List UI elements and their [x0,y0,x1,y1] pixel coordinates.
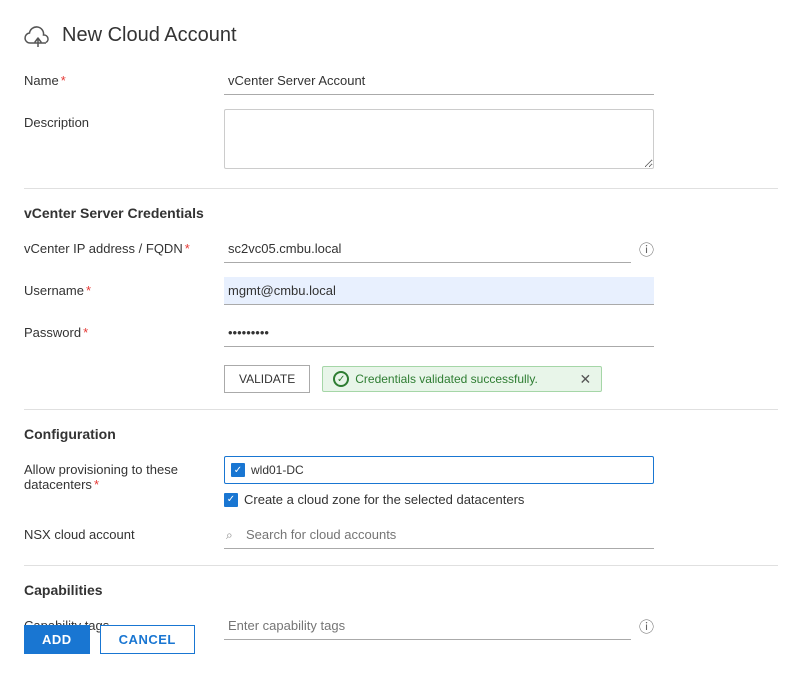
validate-controls: VALIDATE ✓ Credentials validated success… [224,361,654,393]
description-label: Description [24,109,224,130]
name-field-wrap [224,67,654,95]
success-badge-inner: ✓ Credentials validated successfully. [333,371,538,387]
name-label: Name* [24,67,224,88]
username-input[interactable] [224,277,654,305]
vcenter-label: vCenter IP address / FQDN* [24,235,224,256]
nsx-search-icon: ⌕ [226,528,233,543]
nsx-search-wrap: ⌕ [224,521,654,549]
add-button[interactable]: ADD [24,625,90,654]
provisioning-row: Allow provisioning to these datacenters*… [24,456,778,507]
password-label: Password* [24,319,224,340]
password-row: Password* [24,319,778,347]
description-field-wrap [224,109,654,172]
nsx-search-input[interactable] [224,521,654,549]
success-badge: ✓ Credentials validated successfully. ✕ [322,366,602,392]
capabilities-section-title: Capabilities [24,582,778,598]
description-row: Description [24,109,778,172]
validate-button[interactable]: VALIDATE [224,365,310,393]
page-header: New Cloud Account [24,24,778,47]
configuration-section-title: Configuration [24,426,778,442]
validate-inner-row: VALIDATE ✓ Credentials validated success… [224,365,654,393]
vcenter-row: vCenter IP address / FQDN* ⓘ [24,235,778,263]
page-title: New Cloud Account [62,24,237,47]
validate-row: VALIDATE ✓ Credentials validated success… [24,361,778,393]
provisioning-field-wrap: ✓ wld01-DC ✓ Create a cloud zone for the… [224,456,654,507]
cloud-zone-row: ✓ Create a cloud zone for the selected d… [224,492,654,507]
vcenter-field-wrap: ⓘ [224,235,654,263]
provisioning-label: Allow provisioning to these datacenters* [24,456,224,492]
username-field-wrap [224,277,654,305]
cloud-zone-checkbox[interactable]: ✓ [224,493,238,507]
check-circle-icon: ✓ [333,371,349,387]
capability-tags-input-container: ⓘ [224,612,654,640]
datacenter-checkbox[interactable]: ✓ [231,463,245,477]
footer-buttons: ADD CANCEL [24,625,195,654]
name-row: Name* [24,67,778,95]
name-input[interactable] [224,67,654,95]
description-input[interactable] [224,109,654,169]
vcenter-info-icon[interactable]: ⓘ [639,239,654,260]
validate-label-spacer [24,361,224,367]
password-input[interactable] [224,319,654,347]
credentials-section-title: vCenter Server Credentials [24,205,778,221]
cloud-icon [24,25,52,47]
vcenter-input-container: ⓘ [224,235,654,263]
username-label: Username* [24,277,224,298]
cancel-button[interactable]: CANCEL [100,625,195,654]
password-field-wrap [224,319,654,347]
capability-tags-input[interactable] [224,612,631,640]
nsx-label: NSX cloud account [24,521,224,542]
datacenter-input-wrap: ✓ wld01-DC [224,456,654,484]
username-row: Username* [24,277,778,305]
success-message: Credentials validated successfully. [355,372,538,386]
success-close-icon[interactable]: ✕ [580,372,592,386]
datacenter-tag: wld01-DC [251,463,304,477]
capability-tags-field-wrap: ⓘ [224,612,654,640]
vcenter-input[interactable] [224,235,631,263]
cloud-zone-label: Create a cloud zone for the selected dat… [244,492,524,507]
nsx-row: NSX cloud account ⌕ [24,521,778,549]
nsx-field-wrap: ⌕ [224,521,654,549]
